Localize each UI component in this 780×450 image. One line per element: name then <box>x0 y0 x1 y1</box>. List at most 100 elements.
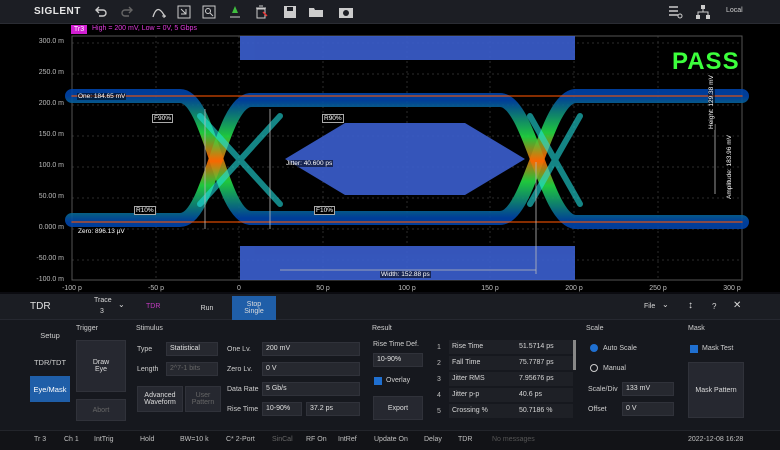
help-icon[interactable]: ? <box>712 302 716 311</box>
trace-value[interactable]: 3 <box>100 308 104 315</box>
status-item: IntRef <box>338 436 357 443</box>
auto-scale-radio[interactable] <box>590 344 598 352</box>
y-tick: -50.00 m <box>36 255 64 262</box>
folder-icon[interactable] <box>307 3 325 21</box>
length-label: Length <box>137 366 159 373</box>
network-icon[interactable] <box>694 3 712 21</box>
result-scrollbar[interactable] <box>573 340 576 370</box>
status-item: Delay <box>424 436 442 443</box>
chevron-down-icon[interactable]: ⌄ <box>662 300 669 309</box>
tab-eye-mask[interactable]: Eye/Mask <box>30 376 70 402</box>
mask-title: Mask <box>688 325 705 332</box>
manual-radio[interactable] <box>590 364 598 372</box>
x-tick: 200 p <box>565 285 583 292</box>
rise-time-def-label: Rise Time Def. <box>373 341 419 348</box>
overlay-checkbox[interactable] <box>374 377 382 385</box>
type-label: Type <box>137 346 153 353</box>
stop-single-button[interactable]: Stop Single <box>232 296 276 320</box>
offset-input[interactable]: 0 V <box>622 402 674 416</box>
x-tick: 100 p <box>398 285 416 292</box>
x-tick: 0 <box>237 285 241 292</box>
data-rate-input[interactable]: 5 Gb/s <box>262 382 360 396</box>
tab-setup[interactable]: Setup <box>30 322 70 348</box>
result-row[interactable]: Fall Time 75.7787 ps <box>449 356 573 371</box>
trace-info: High = 200 mV, Low = 0V, 5 Gbps <box>92 25 197 32</box>
length-select[interactable]: 2^7-1 bits <box>166 362 218 376</box>
close-icon[interactable]: ✕ <box>733 300 741 311</box>
undo-icon[interactable] <box>92 3 110 21</box>
status-item: IntTrig <box>94 436 114 443</box>
y-tick: -100.0 m <box>36 276 64 283</box>
rise-time-mode[interactable]: 10-90% <box>262 402 302 416</box>
result-row[interactable]: Crossing % 50.7186 % <box>449 404 573 419</box>
tdr-tag: TDR <box>146 303 161 310</box>
mask-top <box>240 36 575 60</box>
amplitude-label: Amplitude: 183.96 mV <box>726 134 733 200</box>
result-row-num: 3 <box>437 376 441 383</box>
trigger-title: Trigger <box>76 325 98 332</box>
export-button[interactable]: Export <box>373 396 423 420</box>
status-item: TDR <box>458 436 473 443</box>
height-label: Height: 129.38 mV <box>708 74 715 130</box>
zero-level-label: Zero: 896.13 µV <box>77 228 126 235</box>
marker-icon[interactable] <box>226 3 244 21</box>
resize-icon[interactable]: ↕ <box>688 300 693 311</box>
draw-eye-button[interactable]: Draw Eye <box>76 340 126 392</box>
f10-marker: F10% <box>314 206 335 215</box>
zero-lv-label: Zero Lv. <box>227 366 253 373</box>
width-label: Width: 152.88 ps <box>380 271 431 278</box>
rise-time-def-select[interactable]: 10-90% <box>373 353 423 367</box>
local-indicator: Local <box>726 7 743 14</box>
pass-indicator: PASS <box>672 48 740 75</box>
zero-lv-input[interactable]: 0 V <box>262 362 360 376</box>
one-lv-input[interactable]: 200 mV <box>262 342 360 356</box>
x-tick: 150 p <box>481 285 499 292</box>
abort-button[interactable]: Abort <box>76 399 126 421</box>
type-select[interactable]: Statistical <box>166 342 218 356</box>
status-item: C* 2-Port <box>226 436 255 443</box>
status-time: 2022-12-08 16:28 <box>688 436 744 443</box>
result-row[interactable]: Jitter p-p 40.6 ps <box>449 388 573 403</box>
measure-icon[interactable] <box>150 3 168 21</box>
mask-test-checkbox[interactable] <box>690 345 698 353</box>
result-row[interactable]: Jitter RMS 7.95676 ps <box>449 372 573 387</box>
zoom-icon[interactable] <box>200 3 218 21</box>
result-row-num: 2 <box>437 360 441 367</box>
y-tick: 250.0 m <box>38 69 64 76</box>
x-tick: 300 p <box>723 285 741 292</box>
delete-icon[interactable] <box>252 3 270 21</box>
tab-tdr-tdt[interactable]: TDR/TDT <box>30 349 70 375</box>
trace-badge[interactable]: Tr3 <box>71 25 87 34</box>
scale-div-label: Scale/Div <box>588 386 618 393</box>
result-row[interactable]: Rise Time 51.5714 ps <box>449 340 573 355</box>
y-tick: 150.0 m <box>38 131 64 138</box>
x-tick: -100 p <box>62 285 82 292</box>
r90-marker: R90% <box>322 114 344 123</box>
y-tick: 100.0 m <box>38 162 64 169</box>
user-pattern-button[interactable]: User Pattern <box>185 386 221 412</box>
mask-pattern-button[interactable]: Mask Pattern <box>688 362 744 418</box>
stimulus-title: Stimulus <box>136 325 163 332</box>
scale-title: Scale <box>586 325 604 332</box>
rise-time-input[interactable]: 37.2 ps <box>306 402 360 416</box>
x-tick: 250 p <box>649 285 667 292</box>
cursor-icon[interactable] <box>175 3 193 21</box>
status-item: Hold <box>140 436 155 443</box>
rise-time-label: Rise Time <box>227 406 259 413</box>
camera-icon[interactable] <box>337 3 355 21</box>
advanced-waveform-button[interactable]: Advanced Waveform <box>137 386 183 412</box>
redo-icon[interactable] <box>118 3 136 21</box>
status-item: Ch 1 <box>64 436 79 443</box>
chevron-down-icon[interactable]: ⌄ <box>118 300 125 309</box>
mask-center <box>285 123 525 195</box>
status-item: SinCal <box>272 436 293 443</box>
run-button[interactable]: Run <box>186 297 228 319</box>
file-menu[interactable]: File <box>644 303 655 310</box>
brand-logo: SIGLENT <box>34 6 81 17</box>
save-icon[interactable] <box>281 3 299 21</box>
result-row-num: 5 <box>437 408 441 415</box>
y-tick: 200.0 m <box>38 100 64 107</box>
scale-div-input[interactable]: 133 mV <box>622 382 674 396</box>
display-layout-icon[interactable] <box>666 3 684 21</box>
one-lv-label: One Lv. <box>227 346 251 353</box>
